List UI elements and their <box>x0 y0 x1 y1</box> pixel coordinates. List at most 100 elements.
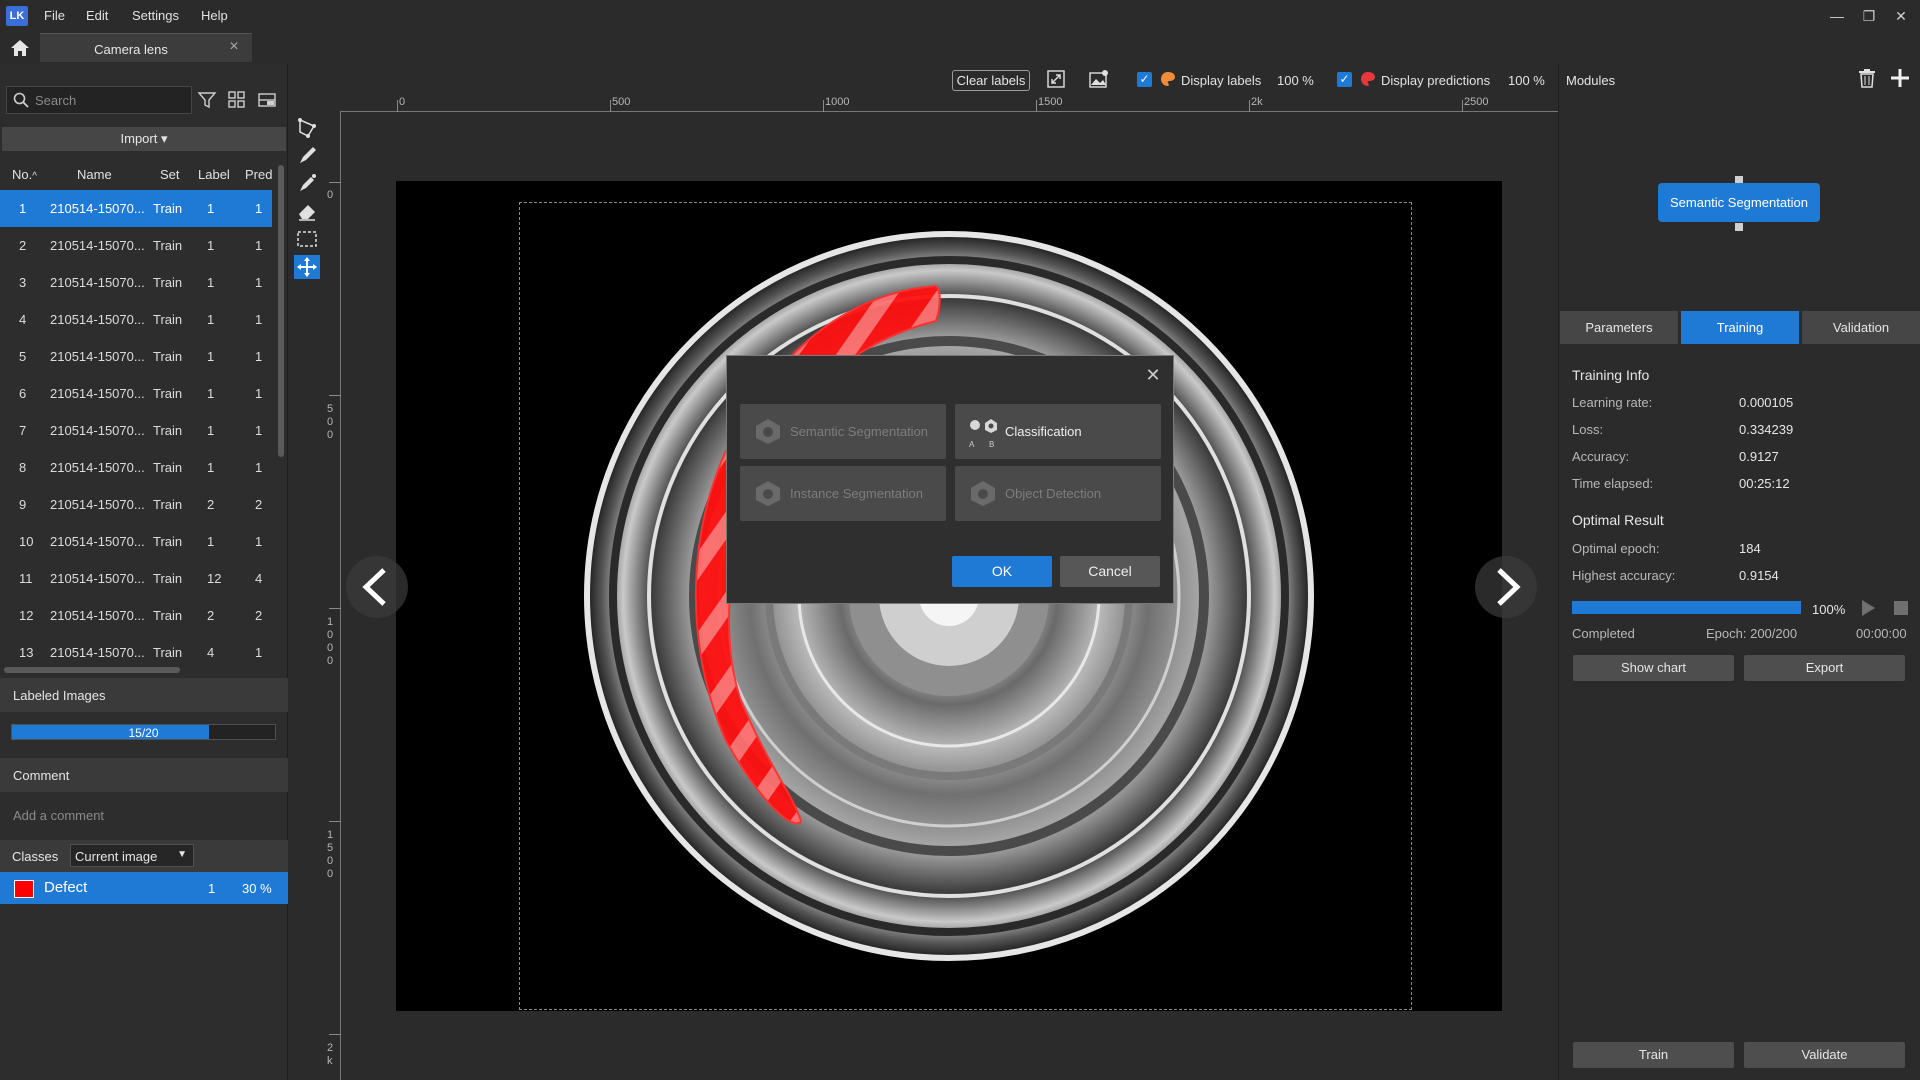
column-no[interactable]: No.^ <box>12 167 37 182</box>
row-number: 8 <box>19 460 27 475</box>
polygon-tool-icon[interactable] <box>294 116 320 140</box>
display-labels-checkbox[interactable]: ✓ <box>1137 72 1152 87</box>
search-input[interactable] <box>35 92 185 108</box>
row-name: 210514-15070... <box>50 497 145 512</box>
comment-input[interactable] <box>13 806 273 824</box>
option-instance-segmentation[interactable]: Instance Segmentation <box>740 466 946 521</box>
export-button[interactable]: Export <box>1744 655 1905 681</box>
menu-file[interactable]: File <box>44 8 65 23</box>
tab-close-icon[interactable]: × <box>226 39 242 55</box>
tab-training[interactable]: Training <box>1681 311 1799 344</box>
row-set: Train <box>153 238 183 253</box>
split-view-icon[interactable] <box>257 90 279 112</box>
module-output-port[interactable] <box>1735 223 1743 231</box>
brush-tool-icon[interactable] <box>294 143 320 167</box>
show-chart-button[interactable]: Show chart <box>1573 655 1734 681</box>
ruler-label: 1000 <box>327 616 334 667</box>
stop-icon[interactable] <box>1893 600 1909 619</box>
table-row[interactable]: 9 210514-15070... Train 2 2 <box>0 486 272 523</box>
classes-scope-value: Current image <box>75 849 158 864</box>
table-row[interactable]: 8 210514-15070... Train 1 1 <box>0 449 272 486</box>
table-row[interactable]: 2 210514-15070... Train 1 1 <box>0 227 272 264</box>
trash-icon[interactable] <box>1858 68 1876 91</box>
tab-parameters[interactable]: Parameters <box>1560 311 1678 344</box>
table-row[interactable]: 13 210514-15070... Train 4 1 <box>0 634 272 671</box>
train-button[interactable]: Train <box>1573 1042 1734 1068</box>
table-row[interactable]: 12 210514-15070... Train 2 2 <box>0 597 272 634</box>
column-set[interactable]: Set <box>160 167 180 182</box>
table-row[interactable]: 10 210514-15070... Train 1 1 <box>0 523 272 560</box>
previous-image-button[interactable] <box>346 556 408 618</box>
predictions-opacity-value[interactable]: 100 % <box>1508 73 1545 88</box>
table-row[interactable]: 7 210514-15070... Train 1 1 <box>0 412 272 449</box>
highest-accuracy-label: Highest accuracy: <box>1572 568 1676 583</box>
image-settings-icon[interactable] <box>1088 68 1110 93</box>
row-number: 4 <box>19 312 27 327</box>
chevron-left-icon <box>362 568 386 606</box>
horizontal-scrollbar[interactable] <box>4 667 180 673</box>
eraser-tool-icon[interactable] <box>294 199 320 223</box>
tab-validation[interactable]: Validation <box>1802 311 1920 344</box>
class-color-swatch[interactable] <box>14 880 34 898</box>
close-window-button[interactable]: ✕ <box>1889 6 1913 26</box>
ruler-label: 500 <box>612 96 631 108</box>
column-label[interactable]: Label <box>198 167 230 182</box>
row-set: Train <box>153 571 183 586</box>
row-name: 210514-15070... <box>50 571 145 586</box>
row-label: 1 <box>207 275 215 290</box>
row-pred: 1 <box>255 460 263 475</box>
minimize-button[interactable]: — <box>1825 6 1849 26</box>
row-pred: 1 <box>255 275 263 290</box>
validate-button[interactable]: Validate <box>1744 1042 1905 1068</box>
add-module-icon[interactable] <box>1890 68 1910 91</box>
table-row[interactable]: 3 210514-15070... Train 1 1 <box>0 264 272 301</box>
column-pred[interactable]: Pred <box>245 167 272 182</box>
search-box[interactable] <box>6 86 192 114</box>
row-name: 210514-15070... <box>50 423 145 438</box>
ok-button[interactable]: OK <box>952 556 1052 587</box>
table-row[interactable]: 1 210514-15070... Train 1 1 <box>0 190 272 227</box>
row-set: Train <box>153 275 183 290</box>
cancel-button[interactable]: Cancel <box>1060 556 1160 587</box>
next-image-button[interactable] <box>1475 556 1537 618</box>
table-row[interactable]: 6 210514-15070... Train 1 1 <box>0 375 272 412</box>
labels-palette-icon <box>1159 70 1177 91</box>
rectangle-select-tool-icon[interactable] <box>294 227 320 251</box>
table-header: No.^ Name Set Label Pred <box>0 163 280 185</box>
menu-help[interactable]: Help <box>201 8 228 23</box>
dialog-close-icon[interactable]: ✕ <box>1142 364 1164 386</box>
option-semantic-segmentation[interactable]: Semantic Segmentation <box>740 404 946 459</box>
restore-button[interactable]: ❐ <box>1857 6 1881 26</box>
menu-settings[interactable]: Settings <box>132 8 179 23</box>
filter-icon[interactable] <box>197 90 219 112</box>
roi-dashed-box[interactable] <box>519 202 1412 1010</box>
vertical-scrollbar[interactable] <box>278 165 284 457</box>
display-labels-label: Display labels <box>1181 73 1262 88</box>
table-row[interactable]: 5 210514-15070... Train 1 1 <box>0 338 272 375</box>
clear-labels-button[interactable]: Clear labels <box>952 70 1030 91</box>
sort-ascending-icon: ^ <box>32 171 37 182</box>
display-predictions-checkbox[interactable]: ✓ <box>1337 72 1352 87</box>
move-tool-icon[interactable] <box>294 255 320 279</box>
column-name[interactable]: Name <box>77 167 112 182</box>
option-classification[interactable]: A B Classification <box>955 404 1161 459</box>
grid-view-icon[interactable] <box>227 90 249 112</box>
table-row[interactable]: 11 210514-15070... Train 12 4 <box>0 560 272 597</box>
labels-opacity-value[interactable]: 100 % <box>1277 73 1314 88</box>
option-object-detection[interactable]: Object Detection <box>955 466 1161 521</box>
fit-to-window-icon[interactable] <box>1046 69 1066 92</box>
module-node-semantic-segmentation[interactable]: Semantic Segmentation <box>1658 183 1820 222</box>
menu-edit[interactable]: Edit <box>86 8 108 23</box>
table-row[interactable]: 4 210514-15070... Train 1 1 <box>0 301 272 338</box>
row-name: 210514-15070... <box>50 608 145 623</box>
import-button[interactable]: Import ▾ <box>2 127 286 151</box>
search-icon <box>13 92 29 111</box>
play-icon[interactable] <box>1860 599 1876 620</box>
home-icon[interactable] <box>8 37 32 59</box>
smart-brush-tool-icon[interactable] <box>294 171 320 195</box>
row-set: Train <box>153 534 183 549</box>
classes-scope-select[interactable]: Current image ▼ <box>70 844 194 867</box>
row-number: 2 <box>19 238 27 253</box>
ruler-label: 1000 <box>825 96 850 108</box>
title-bar <box>0 0 1920 32</box>
